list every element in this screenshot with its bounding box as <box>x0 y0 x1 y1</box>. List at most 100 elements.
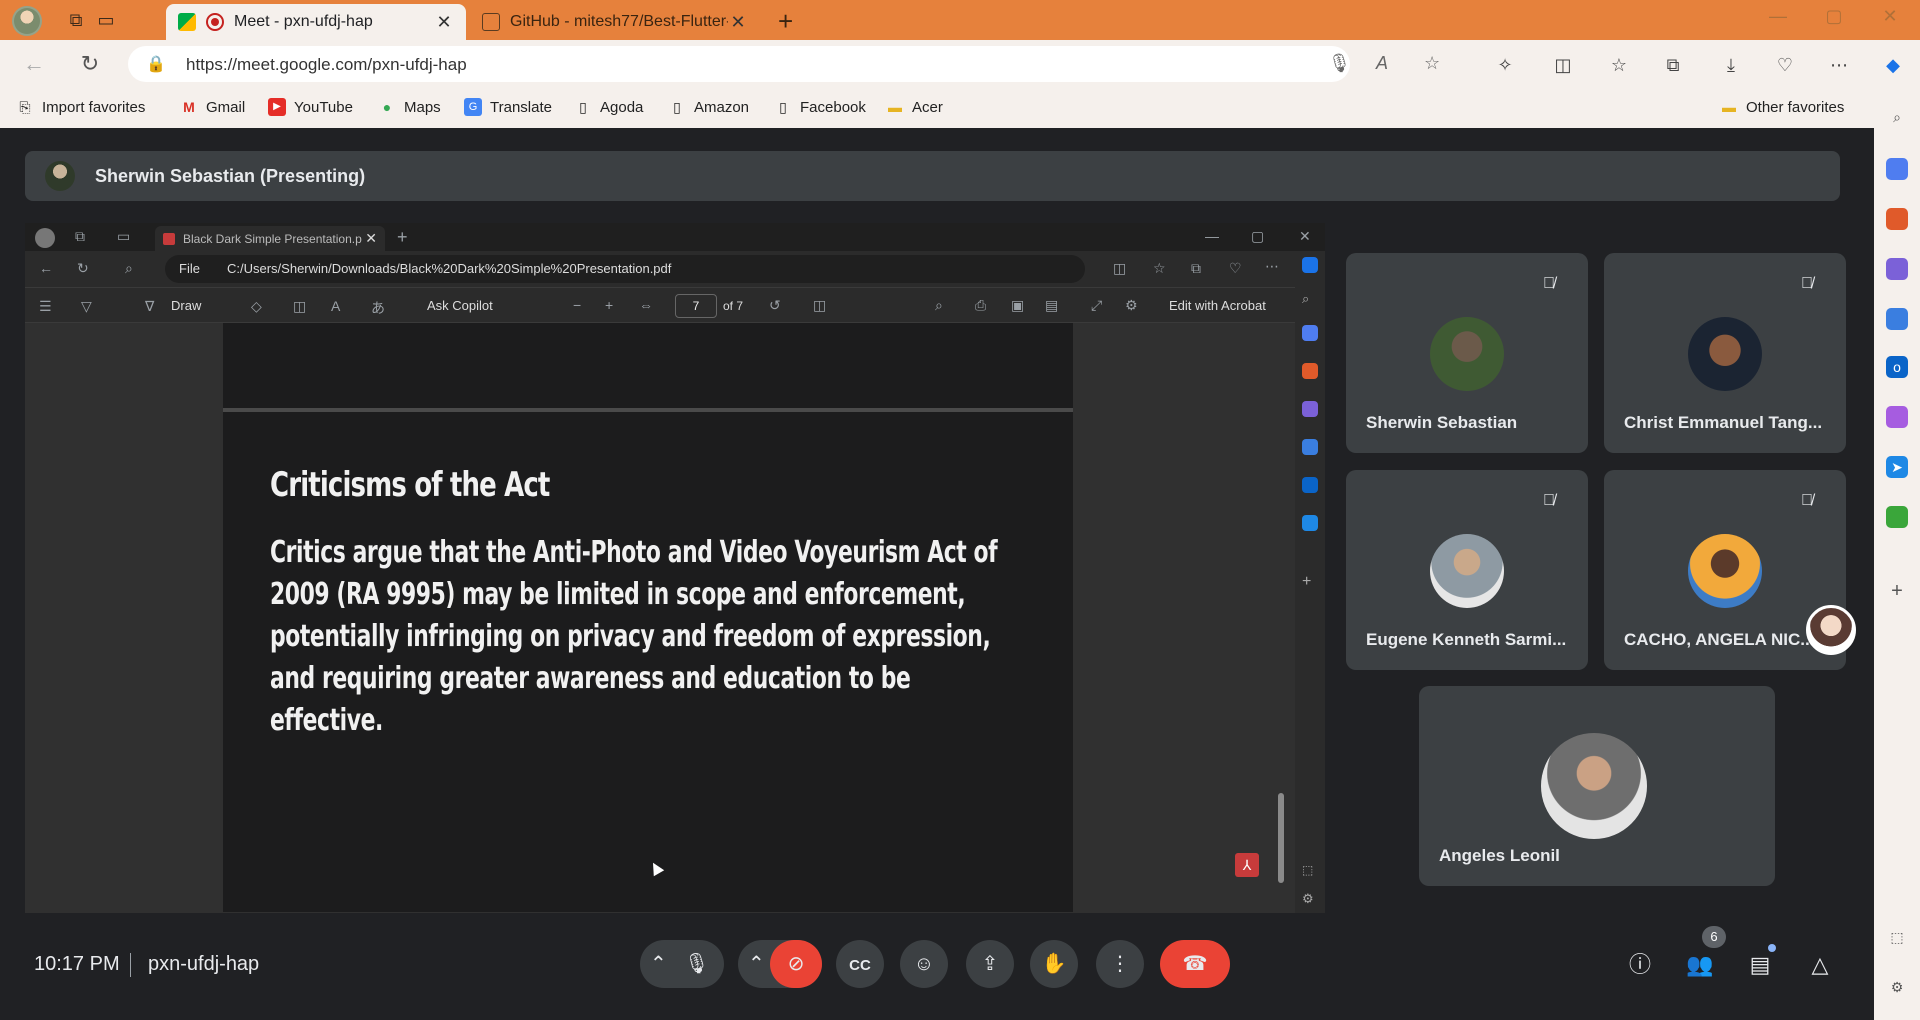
minimize-icon[interactable]: — <box>1758 6 1798 27</box>
screenshot-icon[interactable]: ⬚ <box>1886 926 1908 948</box>
split-screen-icon[interactable]: ◫ <box>1550 52 1576 78</box>
settings-icon[interactable]: ⚙ <box>1886 976 1908 998</box>
divider <box>130 953 131 977</box>
read-aloud-icon[interactable]: A <box>1376 53 1388 74</box>
raise-hand-button[interactable]: ✋ <box>1030 940 1078 988</box>
fav-amazon[interactable]: ▯ Amazon <box>668 98 749 116</box>
close-tab-icon[interactable]: ✕ <box>434 12 454 33</box>
favorites-bar: ⎘ Import favorites M Gmail ▶ YouTube ● Maps … <box>0 88 1880 128</box>
url-text[interactable]: https://meet.google.com/pxn-ufdj-hap <box>186 55 467 75</box>
chevron-up-icon[interactable]: ⌃ <box>748 953 765 975</box>
maximize-icon: ▢ <box>1251 228 1265 244</box>
collections-icon[interactable]: ⧉ <box>1660 52 1686 78</box>
participant-name: Christ Emmanuel Tang... <box>1624 413 1823 432</box>
profile-avatar[interactable] <box>12 6 42 36</box>
copilot-icon[interactable]: ◆ <box>1880 52 1906 78</box>
meeting-code: pxn-ufdj-hap <box>148 953 260 975</box>
vertical-tabs-icon[interactable]: ▭ <box>94 8 118 32</box>
more-options-button[interactable]: ⋮ <box>1096 940 1144 988</box>
camera-off-button[interactable]: ⊘ <box>770 940 822 988</box>
address-bar[interactable]: 🔒 https://meet.google.com/pxn-ufdj-hap 🎙… <box>128 46 1440 82</box>
fav-acer[interactable]: ▬ Acer <box>886 98 943 116</box>
captions-button[interactable]: CC <box>836 940 884 988</box>
edit-with-acrobat: Edit with Acrobat <box>1169 298 1266 313</box>
telegram-icon[interactable]: ➤ <box>1886 456 1908 478</box>
microphone-icon[interactable]: 🎙 <box>1328 53 1351 74</box>
close-window-icon[interactable]: ✕ <box>1870 6 1910 27</box>
shared-tab-strip: ⧉ ▭ Black Dark Simple Presentation.p ✕ +… <box>25 223 1325 251</box>
reactions-button[interactable]: ☺ <box>900 940 948 988</box>
present-button[interactable]: ⇪ <box>966 940 1014 988</box>
refresh-icon[interactable]: ↻ <box>76 50 104 78</box>
close-icon: ✕ <box>365 230 377 246</box>
app-icon[interactable] <box>1886 506 1908 528</box>
fav-label: YouTube <box>294 98 353 116</box>
fav-label: Translate <box>490 98 552 116</box>
self-avatar[interactable] <box>1806 605 1856 655</box>
read-aloud-icon: A <box>331 298 341 314</box>
shopping-tag-icon[interactable] <box>1886 158 1908 180</box>
workspaces-icon[interactable]: ⧉ <box>64 8 88 32</box>
print-icon: ⎙ <box>975 297 987 313</box>
games-icon[interactable] <box>1886 258 1908 280</box>
add-sidebar-app-icon[interactable]: + <box>1886 580 1908 602</box>
participant-tile[interactable]: 🎙̸ Sherwin Sebastian <box>1346 253 1588 453</box>
favorites-icon[interactable]: ☆ <box>1606 52 1632 78</box>
more-menu-icon[interactable]: ⋯ <box>1826 52 1852 78</box>
chevron-up-icon[interactable]: ⌃ <box>650 953 667 975</box>
games-icon <box>1302 401 1318 417</box>
leave-call-button[interactable]: ☎ <box>1160 940 1230 988</box>
participant-tile[interactable]: Angeles Leonil <box>1419 686 1775 886</box>
tab-github[interactable]: GitHub - mitesh77/Best-Flutter-U ✕ <box>470 4 760 40</box>
fav-other[interactable]: ▬ Other favorites <box>1720 98 1844 116</box>
screenshot-icon: ⬚ <box>1302 863 1314 877</box>
translate-icon: G <box>464 98 482 116</box>
outlook-icon[interactable]: o <box>1886 356 1908 378</box>
extensions-icon[interactable]: ✧ <box>1492 52 1518 78</box>
browser-tab-strip: ⧉ ▭ Meet - pxn-ufdj-hap ✕ GitHub - mites… <box>0 0 1920 40</box>
lock-icon[interactable]: 🔒 <box>146 54 166 74</box>
fav-maps[interactable]: ● Maps <box>378 98 441 116</box>
new-tab-icon[interactable]: + <box>778 6 793 37</box>
participant-tile[interactable]: 🎙̸ Christ Emmanuel Tang... <box>1604 253 1846 453</box>
fav-gmail[interactable]: M Gmail <box>180 98 245 116</box>
shared-edge-sidebar: ⌕ + ⬚ ⚙ <box>1295 251 1325 913</box>
favorite-star-icon[interactable]: ☆ <box>1424 53 1440 74</box>
fav-agoda[interactable]: ▯ Agoda <box>574 98 643 116</box>
participant-tile[interactable]: 🎙̸ Eugene Kenneth Sarmi... <box>1346 470 1588 670</box>
import-icon: ⎘ <box>19 99 31 115</box>
meeting-info-button[interactable]: ⓘ <box>1625 950 1655 980</box>
activities-button[interactable]: △ <box>1805 950 1835 980</box>
designer-icon[interactable] <box>1886 406 1908 428</box>
pdf-scrollbar <box>1274 323 1288 913</box>
copilot-sidebar-icon[interactable] <box>1886 308 1908 330</box>
people-button[interactable]: 👥 <box>1685 950 1715 980</box>
add-icon: + <box>1302 573 1312 590</box>
tools-icon[interactable] <box>1886 208 1908 230</box>
search-icon[interactable]: ⌕ <box>1886 106 1908 128</box>
telegram-icon <box>1302 515 1318 531</box>
close-tab-icon[interactable]: ✕ <box>728 12 748 33</box>
back-icon[interactable]: ← <box>20 50 48 78</box>
erase-icon: ◇ <box>251 298 262 314</box>
fav-translate[interactable]: G Translate <box>464 98 552 116</box>
downloads-icon[interactable]: ⤓ <box>1718 52 1744 78</box>
page-icon: ▯ <box>779 99 787 115</box>
fav-label: Maps <box>404 98 441 116</box>
performance-icon[interactable]: ♡ <box>1772 52 1798 78</box>
tab-meet[interactable]: Meet - pxn-ufdj-hap ✕ <box>166 4 466 40</box>
fav-import[interactable]: ⎘ Import favorites <box>16 98 145 116</box>
zoom-out-icon: − <box>573 297 582 313</box>
meeting-time: 10:17 PM <box>34 953 120 975</box>
maximize-icon[interactable]: ▢ <box>1814 6 1854 27</box>
rotate-icon: ↺ <box>769 297 781 313</box>
youtube-icon: ▶ <box>268 98 286 116</box>
page-favicon-icon <box>482 13 500 31</box>
audio-options-button[interactable]: ⌃ 🎙 <box>640 940 724 988</box>
microphone-icon[interactable]: 🎙 <box>684 940 709 988</box>
fav-youtube[interactable]: ▶ YouTube <box>268 98 353 116</box>
shopping-icon <box>1302 325 1318 341</box>
fav-facebook[interactable]: ▯ Facebook <box>774 98 866 116</box>
participant-name: Sherwin Sebastian <box>1366 413 1518 432</box>
chat-button[interactable]: ▤ <box>1745 950 1775 980</box>
